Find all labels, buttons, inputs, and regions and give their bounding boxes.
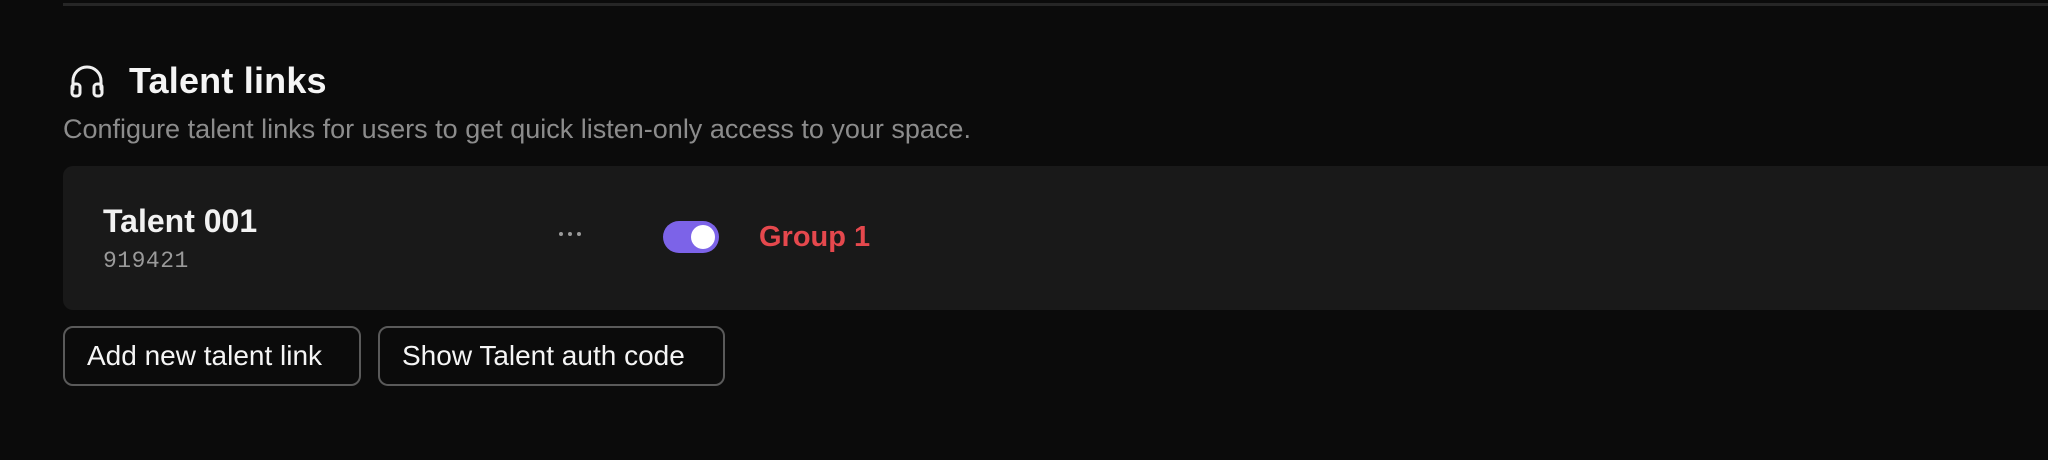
talent-name: Talent 001 bbox=[103, 203, 258, 239]
add-talent-link-button[interactable]: Add new talent link bbox=[63, 326, 361, 386]
section-header: Talent links bbox=[67, 60, 327, 102]
toggle-knob bbox=[691, 225, 715, 249]
talent-code: 919421 bbox=[103, 248, 189, 274]
section-title: Talent links bbox=[129, 60, 327, 101]
show-auth-code-button[interactable]: Show Talent auth code bbox=[378, 326, 725, 386]
more-horizontal-icon bbox=[559, 232, 563, 236]
section-description: Configure talent links for users to get … bbox=[63, 114, 971, 144]
more-horizontal-icon bbox=[577, 232, 581, 236]
headphones-icon bbox=[67, 61, 107, 101]
talent-link-row: Talent 001 919421 Group 1 bbox=[63, 166, 2048, 310]
more-horizontal-icon bbox=[568, 232, 572, 236]
talent-enabled-toggle[interactable] bbox=[663, 221, 719, 253]
talent-group-label: Group 1 bbox=[759, 221, 871, 253]
more-options-button[interactable] bbox=[545, 214, 595, 254]
section-divider bbox=[63, 3, 2048, 6]
